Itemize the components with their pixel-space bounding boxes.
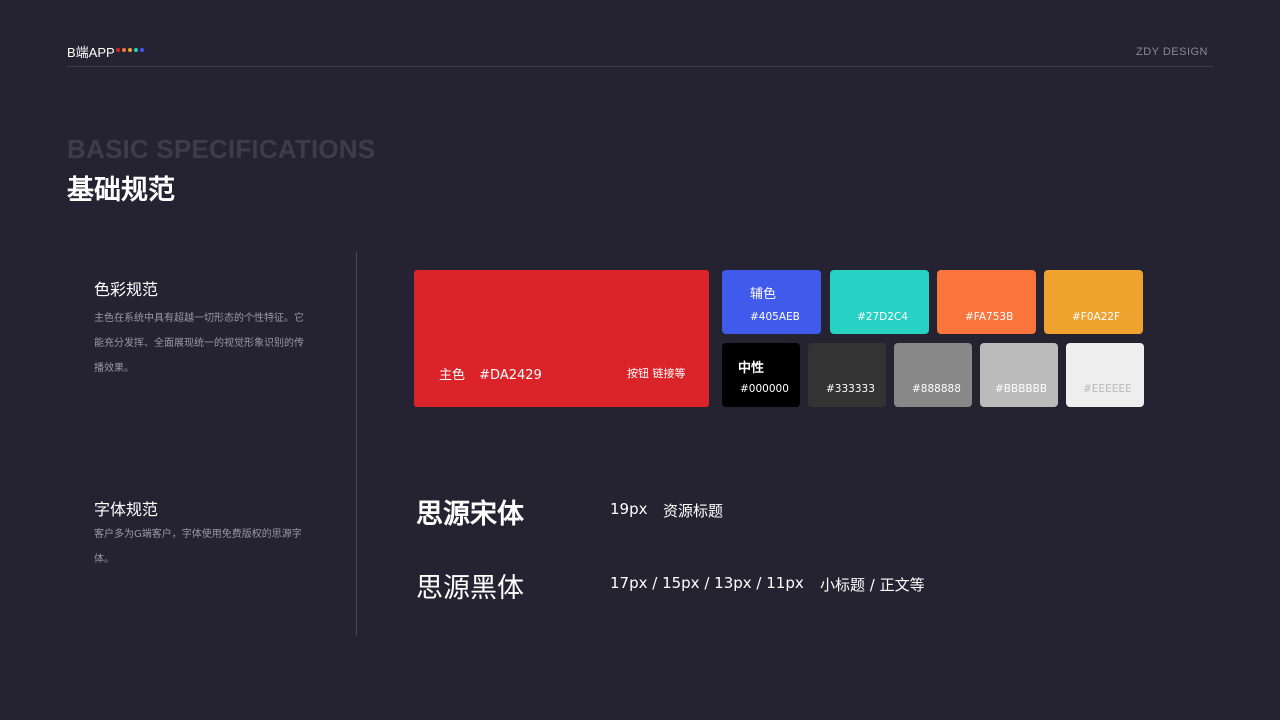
dot-5: [140, 48, 144, 52]
font-sizes-sans: 17px / 15px / 13px / 11px: [610, 574, 804, 592]
font-usage-sans: 小标题 / 正文等: [820, 576, 925, 594]
font-usage-serif: 资源标题: [663, 502, 724, 520]
swatch-hex: #FA753B: [965, 311, 1014, 323]
dot-1: [116, 48, 120, 52]
dot-2: [122, 48, 126, 52]
swatch-hex: #888888: [912, 383, 961, 395]
swatch-hex: #405AEB: [750, 311, 800, 323]
background-title: BASIC SPECIFICATIONS: [67, 134, 376, 164]
brand-dots: [116, 48, 144, 52]
secondary-swatch-1: 辅色 #405AEB: [722, 270, 821, 334]
dot-3: [128, 48, 132, 52]
primary-color-label: 主色 #DA2429: [439, 364, 542, 383]
swatch-hex: #000000: [740, 383, 789, 395]
primary-usage-note: 按钮 链接等: [627, 367, 686, 380]
swatch-hex: #27D2C4: [857, 311, 908, 323]
brand-title: B端APP: [67, 45, 115, 60]
font-name-sans: 思源黑体: [416, 573, 524, 604]
secondary-swatch-2: #27D2C4: [830, 270, 929, 334]
neutral-label: 中性: [738, 361, 765, 376]
design-label: ZDY DESIGN: [1135, 46, 1208, 58]
dot-4: [134, 48, 138, 52]
swatch-hex: #333333: [826, 383, 875, 395]
secondary-swatch-3: #FA753B: [937, 270, 1036, 334]
swatch-hex: #F0A22F: [1072, 311, 1121, 323]
page-title: 基础规范: [67, 175, 175, 206]
neutral-swatch-2: #333333: [808, 343, 886, 407]
secondary-label: 辅色: [750, 287, 777, 302]
header-divider: [67, 66, 1213, 67]
font-section-heading: 字体规范: [94, 500, 159, 519]
swatch-hex: #BBBBBB: [995, 383, 1048, 395]
color-section-description: 主色在系统中具有超越一切形态的个性特征。它能充分发挥、全面展现统一的视觉形象识别…: [94, 313, 304, 374]
neutral-swatch-1: 中性 #000000: [722, 343, 800, 407]
primary-hex: #DA2429: [479, 368, 542, 383]
color-section-heading: 色彩规范: [94, 280, 159, 299]
column-divider: [356, 252, 357, 635]
neutral-swatch-4: #BBBBBB: [980, 343, 1058, 407]
secondary-swatch-4: #F0A22F: [1044, 270, 1143, 334]
font-name-serif: 思源宋体: [416, 499, 524, 530]
neutral-swatch-3: #888888: [894, 343, 972, 407]
font-section-description: 客户多为G端客户，字体使用免费版权的思源字体。: [94, 529, 302, 565]
font-sizes-serif: 19px: [610, 500, 648, 518]
swatch-hex: #EEEEEE: [1083, 383, 1132, 395]
neutral-swatch-5: #EEEEEE: [1066, 343, 1144, 407]
primary-color-swatch: [414, 270, 709, 407]
primary-label-text: 主色: [439, 368, 466, 383]
